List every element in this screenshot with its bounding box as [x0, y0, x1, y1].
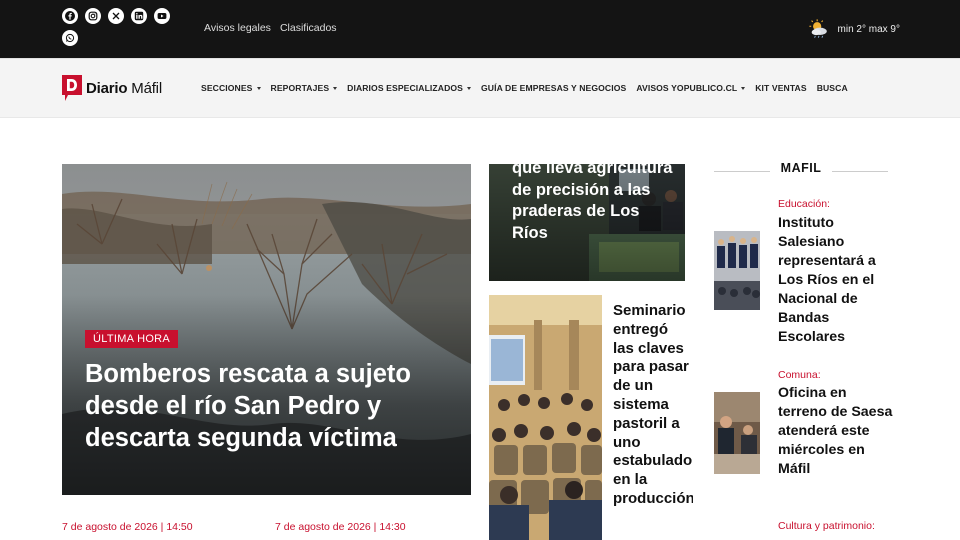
site-logo[interactable]: Diario Máfil — [62, 75, 162, 101]
whatsapp-icon[interactable] — [62, 30, 78, 46]
youtube-icon[interactable] — [154, 8, 170, 24]
menu-item-kit-ventas[interactable]: KIT VENTAS — [755, 83, 806, 93]
linkedin-icon[interactable] — [131, 8, 147, 24]
article-title-seminar[interactable]: Seminario entregó las claves para pasar … — [613, 302, 693, 540]
sidebar-thumbnail[interactable] — [714, 231, 760, 310]
article-card-agriculture[interactable]: que lleva agricultura de precisión a las… — [489, 164, 685, 281]
chevron-down-icon — [256, 87, 261, 90]
x-icon[interactable] — [108, 8, 124, 24]
hero-headline[interactable]: Bomberos rescata a sujeto desde el río S… — [85, 358, 455, 454]
article-thumbnail-seminar[interactable] — [489, 295, 602, 540]
cloud-sun-icon — [808, 19, 827, 38]
article-card-title[interactable]: que lleva agricultura de precisión a las… — [512, 164, 677, 244]
weather-widget: min 2° max 9° — [808, 18, 900, 40]
article-photo-seminar — [489, 295, 602, 540]
main-navbar: Diario Máfil SECCIONES REPORTAJES DIARIO… — [0, 58, 960, 118]
chevron-down-icon — [467, 87, 471, 90]
article-category[interactable]: Educación: — [778, 198, 830, 210]
menu-item-guia-empresas[interactable]: GUÍA DE EMPRESAS Y NEGOCIOS — [481, 83, 626, 93]
menu-item-reportajes[interactable]: REPORTAJES — [271, 83, 338, 93]
menu-item-busca[interactable]: BUSCA — [817, 83, 848, 93]
article-title[interactable]: Instituto Salesiano representará a Los R… — [778, 214, 894, 347]
breaking-news-badge: ÚLTIMA HORA — [85, 330, 179, 348]
top-bar: Avisos legales Clasificados min 2° max 9… — [0, 0, 960, 58]
section-title: MAFIL — [780, 161, 822, 175]
main-menu: SECCIONES REPORTAJES DIARIOS ESPECIALIZA… — [201, 83, 848, 93]
article-title[interactable]: Oficina en terreno de Saesa atenderá est… — [778, 384, 894, 479]
sidebar-article[interactable]: Educación: Instituto Salesiano represent… — [714, 197, 894, 357]
hero-article[interactable]: ÚLTIMA HORA Bomberos rescata a sujeto de… — [62, 164, 471, 495]
logo-text: Diario Máfil — [86, 79, 162, 97]
classifieds-link[interactable]: Clasificados — [280, 22, 337, 34]
top-links: Avisos legales Clasificados — [204, 22, 337, 34]
weather-text: min 2° max 9° — [837, 23, 900, 35]
logo-d-icon — [62, 75, 82, 101]
article-category[interactable]: Comuna: — [778, 369, 821, 381]
sidebar-article[interactable]: Cultura y patrimonio: — [714, 519, 894, 540]
chevron-down-icon — [741, 87, 746, 90]
article-date: 7 de agosto de 2026 | 14:30 — [275, 521, 406, 533]
article-date: 7 de agosto de 2026 | 14:50 — [62, 521, 193, 533]
article-category[interactable]: Cultura y patrimonio: — [778, 520, 875, 532]
sidebar-article[interactable]: Comuna: Oficina en terreno de Saesa aten… — [714, 368, 894, 508]
chevron-down-icon — [333, 87, 338, 90]
sidebar-photo-band — [714, 231, 760, 310]
menu-item-diarios-especializados[interactable]: DIARIOS ESPECIALIZADOS — [347, 83, 471, 93]
section-header-mafil: MAFIL — [714, 161, 888, 179]
facebook-icon[interactable] — [62, 8, 78, 24]
menu-item-secciones[interactable]: SECCIONES — [201, 83, 261, 93]
divider — [832, 171, 888, 172]
instagram-icon[interactable] — [85, 8, 101, 24]
sidebar-thumbnail[interactable] — [714, 392, 760, 474]
menu-item-avisos-yopublico[interactable]: AVISOS YOPUBLICO.CL — [636, 83, 746, 93]
legal-notices-link[interactable]: Avisos legales — [204, 22, 271, 34]
sidebar-photo-office — [714, 392, 760, 474]
